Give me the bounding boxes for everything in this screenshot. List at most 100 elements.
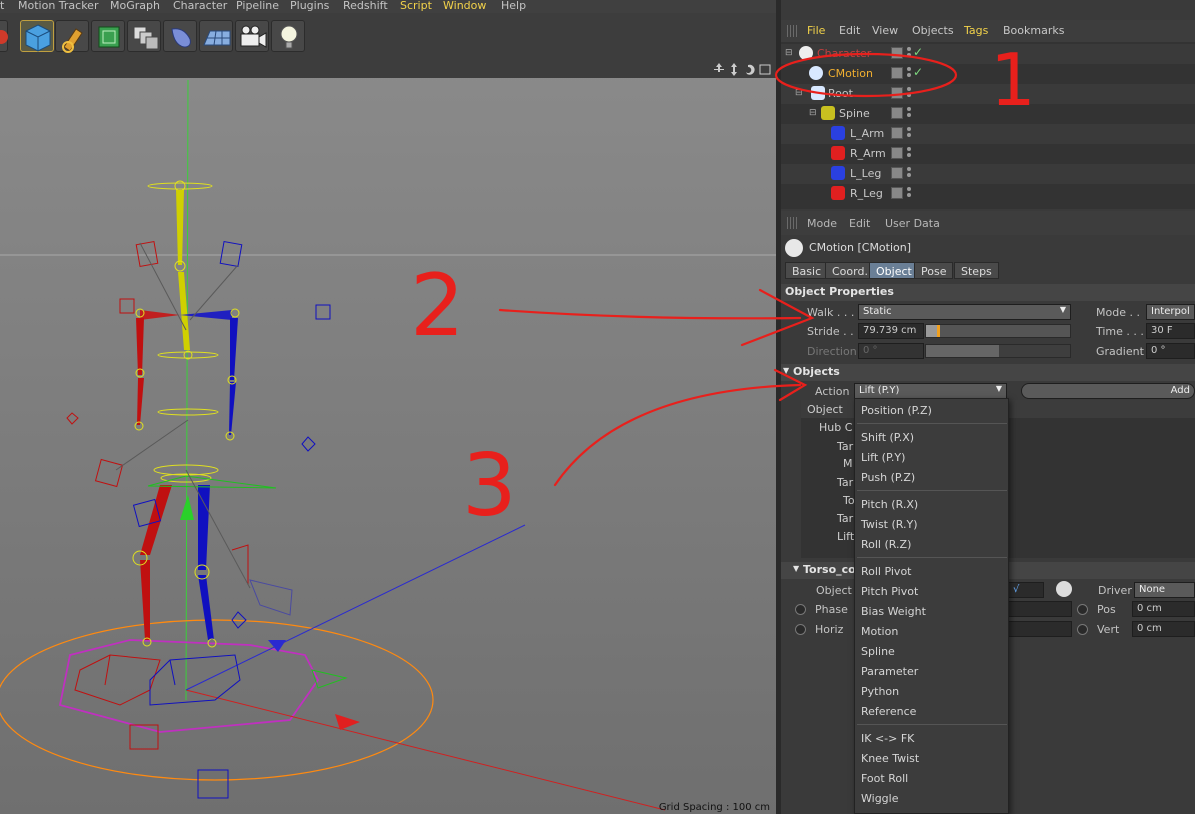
direction-slider[interactable] — [925, 344, 1071, 358]
dropdown-item[interactable]: Knee Twist — [861, 752, 919, 765]
object-row-l-arm[interactable]: L_Arm — [781, 124, 1195, 144]
menu-item-redshift[interactable]: Redshift — [343, 0, 388, 12]
dropdown-item[interactable]: Pitch (R.X) — [861, 498, 918, 511]
dropdown-item[interactable]: Parameter — [861, 665, 918, 678]
tree-item[interactable]: To — [843, 494, 855, 507]
viewport-nav-icons[interactable] — [712, 62, 774, 77]
deformer-button[interactable] — [163, 20, 197, 52]
dropdown-item[interactable]: Bias Weight — [861, 605, 926, 618]
action-select[interactable]: Lift (P.Y) ▼ — [854, 383, 1007, 399]
tab-steps[interactable]: Steps — [954, 262, 999, 279]
menu-item-pipeline[interactable]: Pipeline — [236, 0, 279, 12]
object-row-root[interactable]: ⊟ Root — [781, 84, 1195, 104]
pos-field[interactable]: 0 cm — [1132, 601, 1195, 617]
tab-pose[interactable]: Pose — [914, 262, 954, 279]
collapse-icon[interactable]: ⊟ — [795, 88, 803, 98]
am-menu-edit[interactable]: Edit — [849, 217, 870, 230]
object-row-r-leg[interactable]: R_Leg — [781, 184, 1195, 204]
character-rig-drawing[interactable] — [0, 78, 776, 814]
object-row-l-leg[interactable]: L_Leg — [781, 164, 1195, 184]
visibility-toggle[interactable] — [891, 67, 903, 79]
spline-field[interactable]: √ — [1008, 582, 1044, 598]
phase-radio[interactable] — [795, 604, 806, 615]
om-menu-tags[interactable]: Tags — [964, 24, 988, 37]
gradient-field[interactable]: 0 ° — [1146, 343, 1195, 359]
mode-select[interactable]: Interpol — [1146, 304, 1195, 320]
enabled-check-icon[interactable]: ✓ — [913, 45, 923, 59]
render-dots[interactable] — [907, 67, 911, 80]
dropdown-item[interactable]: Push (P.Z) — [861, 471, 915, 484]
array-button[interactable] — [127, 20, 161, 52]
dropdown-item[interactable]: Foot Roll — [861, 772, 908, 785]
dropdown-item[interactable]: Lift (P.Y) — [861, 451, 905, 464]
visibility-toggle[interactable] — [891, 187, 903, 199]
menu-item-script[interactable]: Script — [400, 0, 432, 12]
object-row-character[interactable]: ⊟ Character ✓ — [781, 44, 1195, 64]
direction-field[interactable]: 0 ° — [858, 343, 924, 359]
tree-item[interactable]: Tar — [837, 512, 853, 525]
menu-item-t[interactable]: t — [0, 0, 4, 12]
dropdown-item[interactable]: Roll Pivot — [861, 565, 912, 578]
tree-item[interactable]: Tar — [837, 476, 853, 489]
render-dots[interactable] — [907, 147, 911, 160]
dropdown-item[interactable]: Wiggle — [861, 792, 898, 805]
pick-cursor-icon[interactable] — [1056, 581, 1072, 597]
menu-item-mograph[interactable]: MoGraph — [110, 0, 160, 12]
stride-slider[interactable] — [925, 324, 1071, 338]
om-menu-view[interactable]: View — [872, 24, 898, 37]
dropdown-item[interactable]: Shift (P.X) — [861, 431, 914, 444]
tree-item[interactable]: Lift — [837, 530, 854, 543]
dropdown-item[interactable]: Position (P.Z) — [861, 404, 932, 417]
dropdown-item[interactable]: Pitch Pivot — [861, 585, 918, 598]
light-button[interactable] — [271, 20, 305, 52]
menu-item-help[interactable]: Help — [501, 0, 526, 12]
grip-icon[interactable] — [787, 25, 799, 37]
collapse-icon[interactable]: ⊟ — [785, 48, 793, 58]
om-menu-file[interactable]: File — [807, 24, 825, 37]
am-menu-mode[interactable]: Mode — [807, 217, 837, 230]
visibility-toggle[interactable] — [891, 147, 903, 159]
objects-section-header[interactable]: ▼ Objects — [781, 364, 1195, 381]
am-menu-user-data[interactable]: User Data — [885, 217, 940, 230]
pen-button[interactable] — [55, 20, 89, 53]
render-dots[interactable] — [907, 167, 911, 180]
dropdown-item[interactable]: Spline — [861, 645, 895, 658]
object-row-cmotion[interactable]: CMotion ✓ — [781, 64, 1195, 84]
render-dots[interactable] — [907, 87, 911, 100]
subdivision-button[interactable] — [91, 20, 125, 52]
object-row-r-arm[interactable]: R_Arm — [781, 144, 1195, 164]
grip-icon[interactable] — [787, 217, 799, 229]
horiz-field[interactable] — [1008, 621, 1072, 637]
3d-viewport[interactable]: Grid Spacing : 100 cm — [0, 61, 776, 814]
dropdown-item[interactable]: Twist (R.Y) — [861, 518, 918, 531]
dropdown-item[interactable]: Motion — [861, 625, 898, 638]
object-row-spine[interactable]: ⊟ Spine — [781, 104, 1195, 124]
render-dots[interactable] — [907, 47, 911, 60]
collapse-icon[interactable]: ⊟ — [809, 108, 817, 118]
enabled-check-icon[interactable]: ✓ — [913, 65, 923, 79]
cube-button[interactable] — [20, 20, 54, 52]
visibility-toggle[interactable] — [891, 107, 903, 119]
render-dots[interactable] — [907, 187, 911, 200]
render-dots[interactable] — [907, 107, 911, 120]
vert-radio[interactable] — [1077, 624, 1088, 635]
floor-button[interactable] — [199, 20, 233, 52]
tab-basic[interactable]: Basic — [785, 262, 829, 279]
tab-object[interactable]: Object — [869, 262, 919, 279]
time-field[interactable]: 30 F — [1146, 323, 1195, 339]
dropdown-item[interactable]: Python — [861, 685, 899, 698]
tree-item[interactable]: Hub C — [819, 421, 852, 434]
menu-item-plugins[interactable]: Plugins — [290, 0, 329, 12]
visibility-toggle[interactable] — [891, 87, 903, 99]
dropdown-item[interactable]: Reference — [861, 705, 916, 718]
menu-item-window[interactable]: Window — [443, 0, 486, 12]
add-button[interactable]: Add — [1021, 383, 1195, 399]
render-dots[interactable] — [907, 127, 911, 140]
walk-select[interactable]: Static ▼ — [858, 304, 1071, 320]
horiz-radio[interactable] — [795, 624, 806, 635]
visibility-toggle[interactable] — [891, 167, 903, 179]
camera-button[interactable] — [235, 20, 269, 52]
om-menu-objects[interactable]: Objects — [912, 24, 954, 37]
driver-select[interactable]: None — [1134, 582, 1195, 598]
vert-field[interactable]: 0 cm — [1132, 621, 1195, 637]
